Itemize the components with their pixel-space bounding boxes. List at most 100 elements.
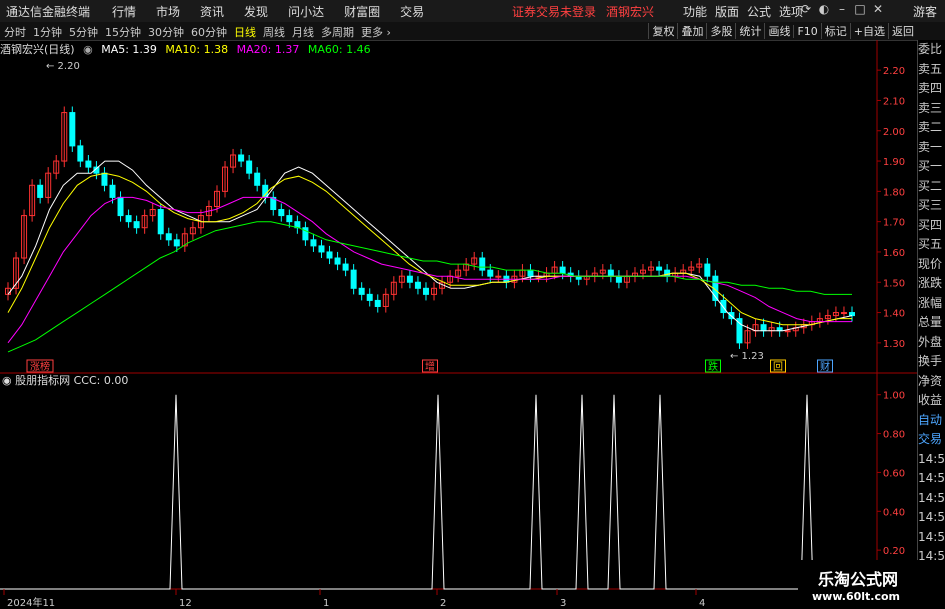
period-tab-7[interactable]: 周线 (263, 26, 285, 39)
tool-button-6[interactable]: 标记 (820, 23, 850, 39)
close-icon[interactable]: ✕ (869, 2, 887, 16)
right-menu: 功能 版面 公式 选项 (675, 3, 803, 20)
candle-body (278, 209, 285, 217)
skin-icon[interactable]: ◐ (815, 2, 833, 16)
event-marker-4[interactable]: 财 (820, 360, 830, 373)
candle-body (77, 145, 84, 162)
period-tab-2[interactable]: 5分钟 (69, 26, 98, 39)
time-label-0: 2024年11 (7, 596, 55, 609)
menu-item-news[interactable]: 资讯 (200, 5, 224, 19)
sidebar-item-9[interactable]: 买四 (918, 216, 945, 236)
period-tab-8[interactable]: 月线 (292, 26, 314, 39)
event-marker-2[interactable]: 跌 (708, 360, 718, 373)
watermark: 乐淘公式网 www.60lt.com (798, 560, 945, 609)
candle-body (527, 269, 534, 277)
menu-item-quotes[interactable]: 行情 (112, 5, 136, 19)
sidebar-item-23[interactable]: 14:56 (918, 489, 945, 509)
period-toolbar: 分时 1分钟 5分钟 15分钟 30分钟 60分钟 日线 周线 月线 多周期 更多 › 复权 叠加 多股… (0, 22, 945, 41)
sidebar-item-0[interactable]: 委比 (918, 40, 945, 60)
candle-body (374, 299, 381, 307)
candle-body (366, 293, 373, 301)
period-tab-1[interactable]: 1分钟 (33, 26, 62, 39)
sidebar-item-7[interactable]: 买二 (918, 177, 945, 197)
time-label-2: 1 (323, 598, 329, 609)
event-marker-1[interactable]: 增 (425, 360, 435, 373)
sidebar-item-4[interactable]: 卖二 (918, 118, 945, 138)
menu-item-wealth[interactable]: 财富圈 (344, 5, 380, 19)
candle-body (310, 239, 317, 247)
trade-login-status[interactable]: 证券交易未登录 (512, 5, 596, 19)
sidebar-item-5[interactable]: 卖一 (918, 138, 945, 158)
period-tab-9[interactable]: 多周期 (321, 26, 354, 39)
event-marker-0[interactable]: 涨榜 (30, 360, 50, 373)
sidebar-item-21[interactable]: 14:56 (918, 450, 945, 470)
menu-item-layout[interactable]: 版面 (715, 5, 739, 19)
sidebar-item-8[interactable]: 买三 (918, 196, 945, 216)
sidebar-item-11[interactable]: 现价 (918, 255, 945, 275)
candle-body (607, 269, 614, 277)
menu-item-ask[interactable]: 问小达 (288, 5, 324, 19)
period-tab-10[interactable]: 更多 › (361, 26, 391, 39)
tool-button-5[interactable]: F10 (793, 25, 820, 38)
top-menu-bar: 通达信金融终端 行情 市场 资讯 发现 问小达 财富圈 交易 证券交易未登录 酒钢宏兴 功能版… (0, 0, 945, 23)
menu-item-discover[interactable]: 发现 (244, 5, 268, 19)
ind-tick-label: 0.60 (883, 468, 905, 479)
sidebar-item-12[interactable]: 涨跌 (918, 274, 945, 294)
candle-body (342, 263, 349, 271)
tool-button-7[interactable]: +自选 (849, 23, 888, 39)
event-marker-3[interactable]: 回 (773, 361, 783, 373)
tool-button-3[interactable]: 统计 (735, 23, 764, 39)
user-guest[interactable]: 游客 (913, 3, 937, 20)
refresh-icon[interactable]: ⟳ (797, 2, 815, 16)
ind-tick-label: 1.00 (883, 391, 905, 402)
tool-button-0[interactable]: 复权 (648, 23, 677, 39)
sidebar-item-6[interactable]: 买一 (918, 157, 945, 177)
sidebar-item-25[interactable]: 14:56 (918, 528, 945, 548)
sidebar-item-15[interactable]: 外盘 (918, 333, 945, 353)
ind-tick-label: 0.40 (883, 507, 905, 518)
maximize-icon[interactable]: □ (851, 2, 869, 16)
period-tab-6[interactable]: 日线 (234, 26, 256, 39)
sidebar-item-22[interactable]: 14:56 (918, 469, 945, 489)
sidebar-item-24[interactable]: 14:56 (918, 508, 945, 528)
candle-body (559, 266, 566, 274)
tool-button-1[interactable]: 叠加 (677, 23, 706, 39)
sidebar-item-14[interactable]: 总量 (918, 313, 945, 333)
period-tab-4[interactable]: 30分钟 (148, 26, 184, 39)
candle-body (173, 239, 180, 247)
sidebar-item-13[interactable]: 涨幅 (918, 294, 945, 314)
period-tab-3[interactable]: 15分钟 (105, 26, 141, 39)
candle-body (254, 172, 261, 186)
price-tick-label: 1.70 (883, 218, 905, 229)
sidebar-item-16[interactable]: 换手 (918, 352, 945, 372)
tool-button-2[interactable]: 多股 (706, 23, 735, 39)
sidebar-item-19[interactable]: 自动 (918, 411, 945, 431)
sidebar-item-10[interactable]: 买五 (918, 235, 945, 255)
price-tick-label: 1.30 (883, 339, 905, 350)
candle-body (37, 184, 44, 198)
candle-body (326, 251, 333, 259)
menu-item-formula[interactable]: 公式 (747, 5, 771, 19)
sidebar-item-2[interactable]: 卖四 (918, 79, 945, 99)
sidebar-item-18[interactable]: 收益 (918, 391, 945, 411)
menu-item-market[interactable]: 市场 (156, 5, 180, 19)
period-tab-5[interactable]: 60分钟 (191, 26, 227, 39)
period-tab-0[interactable]: 分时 (4, 26, 26, 39)
menu-item-trade[interactable]: 交易 (400, 5, 424, 19)
menu-item-function[interactable]: 功能 (683, 5, 707, 19)
candle-body (615, 275, 622, 283)
sidebar-item-3[interactable]: 卖三 (918, 99, 945, 119)
login-notice: 证券交易未登录 酒钢宏兴 (512, 3, 664, 20)
candle-body (840, 312, 847, 315)
sidebar-item-1[interactable]: 卖五 (918, 60, 945, 80)
candle-body (109, 184, 116, 198)
tool-button-4[interactable]: 画线 (764, 23, 793, 39)
tool-button-8[interactable]: 返回 (888, 23, 917, 39)
sidebar-item-20[interactable]: 交易 (918, 430, 945, 450)
high-annotation: ← 2.20 (46, 61, 80, 72)
minimize-icon[interactable]: – (833, 2, 851, 16)
price-tick-label: 1.90 (883, 157, 905, 168)
sidebar-item-17[interactable]: 净资 (918, 372, 945, 392)
candle-body (246, 160, 253, 174)
kline-chart[interactable]: 1.30 1.40 1.50 1.60 1.70 1.80 1.90 2.00 2.10 2.20… (0, 40, 917, 609)
